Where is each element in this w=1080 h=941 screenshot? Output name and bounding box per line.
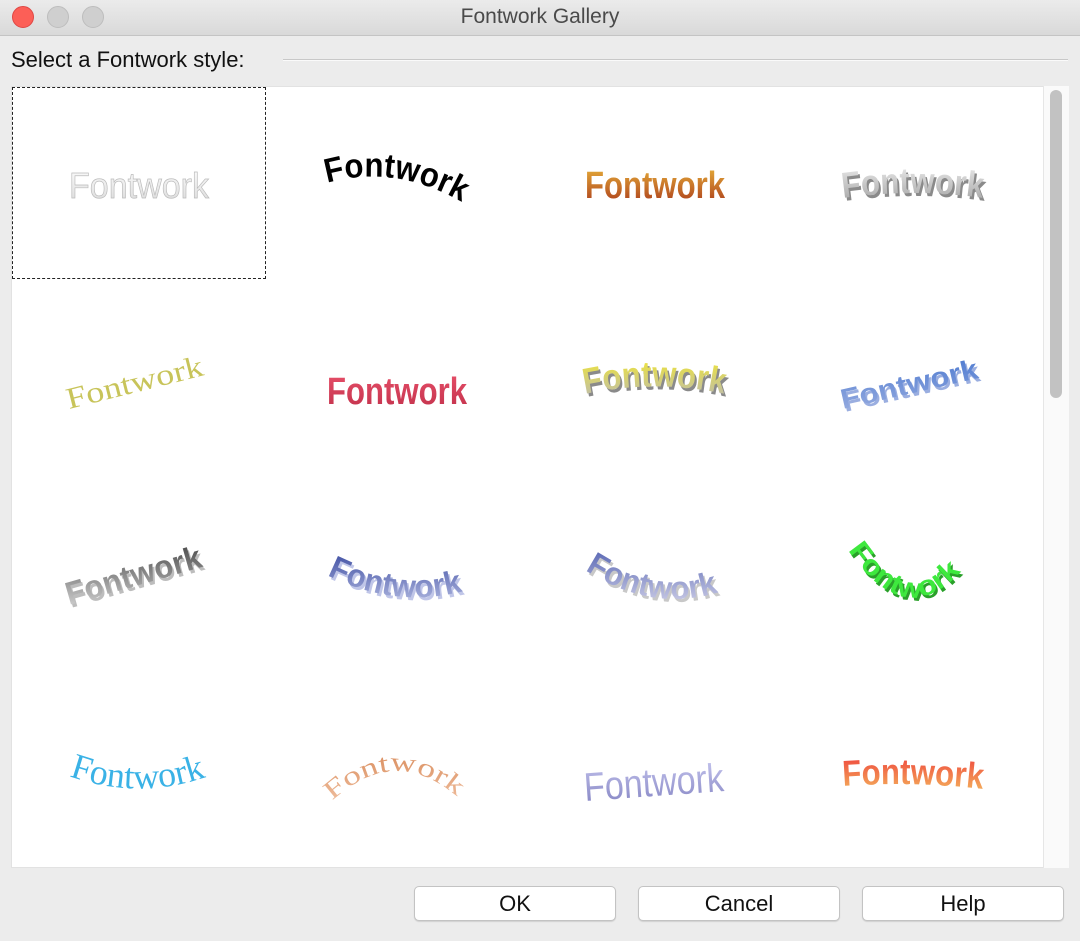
fontwork-preview: FontworkFontwork xyxy=(838,353,983,418)
fontwork-style-arch-bold[interactable]: Fontwork xyxy=(270,87,524,279)
fontwork-style-outline-white[interactable]: Fontwork xyxy=(12,87,266,279)
fontwork-style-blue-rise[interactable]: Fontwork Fontwork xyxy=(786,283,1040,475)
fontwork-preview: FontworkFontwork xyxy=(324,549,466,608)
fontwork-style-silver-3d[interactable]: FontworkFontwork xyxy=(786,87,1040,279)
window-title: Fontwork Gallery xyxy=(460,5,620,28)
fontwork-sample-text: Fontwork xyxy=(322,146,472,208)
help-button[interactable]: Help xyxy=(862,886,1064,921)
cancel-button[interactable]: Cancel xyxy=(638,886,840,921)
fontwork-sample-text: Fontwork xyxy=(327,371,468,413)
fontwork-preview: FontworkFontwork xyxy=(580,353,730,404)
fontwork-sample-text: Fontwork xyxy=(64,350,207,416)
fontwork-preview: Fontwork xyxy=(841,751,987,797)
ok-button[interactable]: OK xyxy=(414,886,616,921)
section-divider xyxy=(283,59,1068,61)
fontwork-preview: FontworkFontwork xyxy=(839,160,988,209)
fontwork-gallery-dialog: Fontwork Gallery Select a Fontwork style… xyxy=(0,0,1080,941)
fontwork-sample-text: Fontwork xyxy=(583,756,727,810)
fontwork-sample-text: Fontwork xyxy=(322,747,471,805)
fontwork-style-orange-arc-up[interactable]: Fontwork xyxy=(270,675,524,867)
fontwork-style-red-orange-gradient[interactable]: Fontwork xyxy=(786,675,1040,867)
fontwork-preview: Fontwork xyxy=(64,350,207,416)
fontwork-sample-text: Fontwork xyxy=(839,160,987,206)
fontwork-preview: Fontwork xyxy=(69,165,211,207)
fontwork-preview: FontworkFontwork xyxy=(581,545,722,609)
scrollbar-thumb[interactable] xyxy=(1050,90,1062,398)
fontwork-style-cyan-flag[interactable]: Fontwork xyxy=(12,675,266,867)
fontwork-preview: Fontwork xyxy=(322,747,471,805)
fontwork-style-yellow-3d[interactable]: FontworkFontwork xyxy=(528,283,782,475)
fontwork-sample-text: Fontwork xyxy=(838,353,981,415)
fontwork-preview: FontworkFontwork xyxy=(843,535,968,607)
fontwork-style-slant-serif[interactable]: Fontwork xyxy=(12,283,266,475)
fontwork-style-lavender-perspective[interactable]: Fontwork xyxy=(528,675,782,867)
fontwork-sample-text: Fontwork xyxy=(324,549,464,605)
fontwork-sample-text: Fontwork xyxy=(67,746,209,797)
fontwork-preview: Fontwork xyxy=(322,146,472,208)
fontwork-sample-text: Fontwork xyxy=(69,165,210,206)
title-bar[interactable]: Fontwork Gallery xyxy=(0,0,1080,36)
fontwork-preview: Fontwork xyxy=(583,756,727,810)
fontwork-sample-text: Fontwork xyxy=(64,539,206,612)
fontwork-style-fan-perspective[interactable]: Fontwork xyxy=(270,283,524,475)
fontwork-style-gallery[interactable]: FontworkFontworkFontworkFontworkFontwork… xyxy=(11,86,1069,868)
section-label: Select a Fontwork style: xyxy=(11,47,253,73)
fontwork-style-grey-3d-slant[interactable]: FontworkFontwork xyxy=(12,479,266,671)
fontwork-preview: Fontwork xyxy=(327,371,468,413)
fontwork-sample-text: Fontwork xyxy=(841,751,987,797)
fontwork-sample-text: Fontwork xyxy=(581,545,720,606)
gallery-scrollbar[interactable] xyxy=(1043,86,1069,868)
fontwork-preview: FontworkFontwork xyxy=(64,539,208,615)
fontwork-style-green-arc-down[interactable]: Fontwork Fontwork xyxy=(786,479,1040,671)
fontwork-sample-text: Fontwork xyxy=(585,165,726,207)
fontwork-preview: Fontwork xyxy=(585,165,726,207)
fontwork-style-chrome-wave[interactable]: Fontwork Fontwork xyxy=(528,479,782,671)
fontwork-preview: Fontwork xyxy=(67,746,209,797)
fontwork-style-blue-wave[interactable]: Fontwork Fontwork xyxy=(270,479,524,671)
fontwork-style-gold-gradient[interactable]: Fontwork xyxy=(528,87,782,279)
